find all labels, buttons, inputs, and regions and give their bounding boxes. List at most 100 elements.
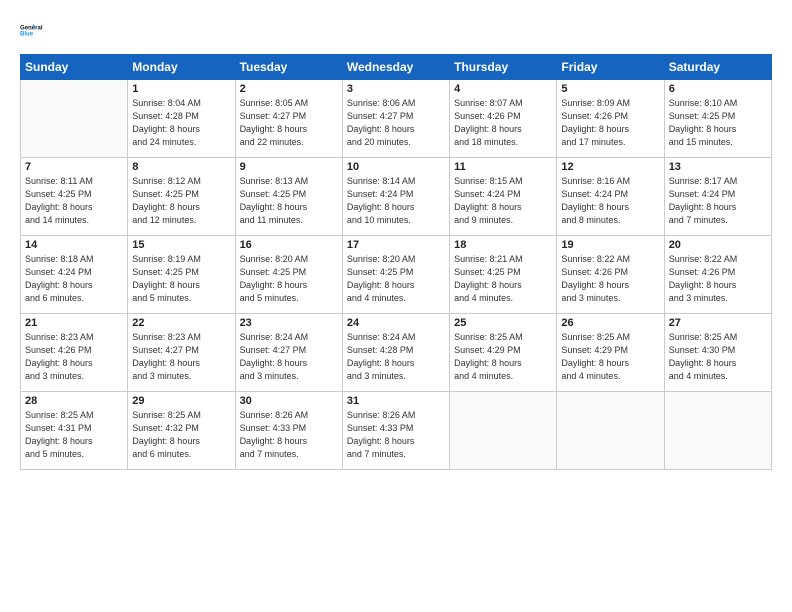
day-info: Sunrise: 8:23 AM Sunset: 4:27 PM Dayligh… bbox=[132, 331, 230, 383]
day-number: 19 bbox=[561, 239, 659, 251]
week-row-4: 21 Sunrise: 8:23 AM Sunset: 4:26 PM Dayli… bbox=[21, 314, 772, 392]
day-cell: 4 Sunrise: 8:07 AM Sunset: 4:26 PM Daylig… bbox=[450, 80, 557, 158]
day-number: 23 bbox=[240, 317, 338, 329]
day-cell: 20Sunrise: 8:22 AM Sunset: 4:26 PM Dayli… bbox=[664, 236, 771, 314]
day-info: Sunrise: 8:10 AM Sunset: 4:25 PM Dayligh… bbox=[669, 97, 767, 149]
day-number: 16 bbox=[240, 239, 338, 251]
day-cell: 15Sunrise: 8:19 AM Sunset: 4:25 PM Dayli… bbox=[128, 236, 235, 314]
weekday-header-friday: Friday bbox=[557, 55, 664, 80]
day-number: 12 bbox=[561, 161, 659, 173]
day-number: 3 bbox=[347, 83, 445, 95]
week-row-2: 7 Sunrise: 8:11 AM Sunset: 4:25 PM Daylig… bbox=[21, 158, 772, 236]
day-cell: 28Sunrise: 8:25 AM Sunset: 4:31 PM Dayli… bbox=[21, 392, 128, 470]
day-info: Sunrise: 8:23 AM Sunset: 4:26 PM Dayligh… bbox=[25, 331, 123, 383]
day-number: 9 bbox=[240, 161, 338, 173]
weekday-header-sunday: Sunday bbox=[21, 55, 128, 80]
day-number: 5 bbox=[561, 83, 659, 95]
day-cell: 3 Sunrise: 8:06 AM Sunset: 4:27 PM Daylig… bbox=[342, 80, 449, 158]
header: General Blue bbox=[20, 16, 772, 44]
day-number: 4 bbox=[454, 83, 552, 95]
weekday-header-wednesday: Wednesday bbox=[342, 55, 449, 80]
day-cell: 7 Sunrise: 8:11 AM Sunset: 4:25 PM Daylig… bbox=[21, 158, 128, 236]
logo: General Blue bbox=[20, 16, 48, 44]
day-cell: 30 Sunrise: 8:26 AM Sunset: 4:33 PM Dayli… bbox=[235, 392, 342, 470]
day-number: 15 bbox=[132, 239, 230, 251]
weekday-header-monday: Monday bbox=[128, 55, 235, 80]
day-cell: 2 Sunrise: 8:05 AM Sunset: 4:27 PM Daylig… bbox=[235, 80, 342, 158]
day-number: 25 bbox=[454, 317, 552, 329]
day-cell: 25 Sunrise: 8:25 AM Sunset: 4:29 PM Dayli… bbox=[450, 314, 557, 392]
day-number: 10 bbox=[347, 161, 445, 173]
day-cell bbox=[450, 392, 557, 470]
day-cell bbox=[557, 392, 664, 470]
page: General Blue SundayMondayTuesdayWednesda… bbox=[0, 0, 792, 612]
day-number: 18 bbox=[454, 239, 552, 251]
day-info: Sunrise: 8:17 AM Sunset: 4:24 PM Dayligh… bbox=[669, 175, 767, 227]
day-info: Sunrise: 8:26 AM Sunset: 4:33 PM Dayligh… bbox=[240, 409, 338, 461]
weekday-header-row: SundayMondayTuesdayWednesdayThursdayFrid… bbox=[21, 55, 772, 80]
day-cell: 17Sunrise: 8:20 AM Sunset: 4:25 PM Dayli… bbox=[342, 236, 449, 314]
weekday-header-thursday: Thursday bbox=[450, 55, 557, 80]
day-number: 30 bbox=[240, 395, 338, 407]
day-info: Sunrise: 8:24 AM Sunset: 4:28 PM Dayligh… bbox=[347, 331, 445, 383]
day-info: Sunrise: 8:25 AM Sunset: 4:29 PM Dayligh… bbox=[561, 331, 659, 383]
day-number: 29 bbox=[132, 395, 230, 407]
day-cell bbox=[21, 80, 128, 158]
svg-text:General: General bbox=[20, 26, 43, 32]
day-number: 31 bbox=[347, 395, 445, 407]
day-cell: 1Sunrise: 8:04 AM Sunset: 4:28 PM Daylig… bbox=[128, 80, 235, 158]
day-info: Sunrise: 8:09 AM Sunset: 4:26 PM Dayligh… bbox=[561, 97, 659, 149]
day-cell: 12 Sunrise: 8:16 AM Sunset: 4:24 PM Dayli… bbox=[557, 158, 664, 236]
day-cell: 6 Sunrise: 8:10 AM Sunset: 4:25 PM Daylig… bbox=[664, 80, 771, 158]
day-info: Sunrise: 8:18 AM Sunset: 4:24 PM Dayligh… bbox=[25, 253, 123, 305]
day-info: Sunrise: 8:26 AM Sunset: 4:33 PM Dayligh… bbox=[347, 409, 445, 461]
day-number: 14 bbox=[25, 239, 123, 251]
day-number: 7 bbox=[25, 161, 123, 173]
day-info: Sunrise: 8:25 AM Sunset: 4:29 PM Dayligh… bbox=[454, 331, 552, 383]
day-info: Sunrise: 8:20 AM Sunset: 4:25 PM Dayligh… bbox=[240, 253, 338, 305]
day-info: Sunrise: 8:05 AM Sunset: 4:27 PM Dayligh… bbox=[240, 97, 338, 149]
day-info: Sunrise: 8:22 AM Sunset: 4:26 PM Dayligh… bbox=[561, 253, 659, 305]
day-cell: 26 Sunrise: 8:25 AM Sunset: 4:29 PM Dayli… bbox=[557, 314, 664, 392]
day-cell: 24 Sunrise: 8:24 AM Sunset: 4:28 PM Dayli… bbox=[342, 314, 449, 392]
day-number: 6 bbox=[669, 83, 767, 95]
day-number: 20 bbox=[669, 239, 767, 251]
day-info: Sunrise: 8:07 AM Sunset: 4:26 PM Dayligh… bbox=[454, 97, 552, 149]
day-cell: 8Sunrise: 8:12 AM Sunset: 4:25 PM Daylig… bbox=[128, 158, 235, 236]
day-number: 26 bbox=[561, 317, 659, 329]
day-number: 2 bbox=[240, 83, 338, 95]
week-row-1: 1Sunrise: 8:04 AM Sunset: 4:28 PM Daylig… bbox=[21, 80, 772, 158]
day-info: Sunrise: 8:25 AM Sunset: 4:32 PM Dayligh… bbox=[132, 409, 230, 461]
day-cell: 5 Sunrise: 8:09 AM Sunset: 4:26 PM Daylig… bbox=[557, 80, 664, 158]
day-number: 11 bbox=[454, 161, 552, 173]
day-info: Sunrise: 8:25 AM Sunset: 4:30 PM Dayligh… bbox=[669, 331, 767, 383]
day-cell: 16 Sunrise: 8:20 AM Sunset: 4:25 PM Dayli… bbox=[235, 236, 342, 314]
week-row-5: 28Sunrise: 8:25 AM Sunset: 4:31 PM Dayli… bbox=[21, 392, 772, 470]
svg-text:Blue: Blue bbox=[20, 32, 34, 38]
day-cell: 11Sunrise: 8:15 AM Sunset: 4:24 PM Dayli… bbox=[450, 158, 557, 236]
day-cell: 31 Sunrise: 8:26 AM Sunset: 4:33 PM Dayli… bbox=[342, 392, 449, 470]
day-number: 24 bbox=[347, 317, 445, 329]
day-number: 28 bbox=[25, 395, 123, 407]
day-cell: 27 Sunrise: 8:25 AM Sunset: 4:30 PM Dayli… bbox=[664, 314, 771, 392]
day-info: Sunrise: 8:16 AM Sunset: 4:24 PM Dayligh… bbox=[561, 175, 659, 227]
day-cell: 19 Sunrise: 8:22 AM Sunset: 4:26 PM Dayli… bbox=[557, 236, 664, 314]
day-number: 27 bbox=[669, 317, 767, 329]
day-cell: 13 Sunrise: 8:17 AM Sunset: 4:24 PM Dayli… bbox=[664, 158, 771, 236]
day-cell: 22Sunrise: 8:23 AM Sunset: 4:27 PM Dayli… bbox=[128, 314, 235, 392]
day-info: Sunrise: 8:21 AM Sunset: 4:25 PM Dayligh… bbox=[454, 253, 552, 305]
weekday-header-tuesday: Tuesday bbox=[235, 55, 342, 80]
day-info: Sunrise: 8:06 AM Sunset: 4:27 PM Dayligh… bbox=[347, 97, 445, 149]
day-info: Sunrise: 8:11 AM Sunset: 4:25 PM Dayligh… bbox=[25, 175, 123, 227]
day-number: 13 bbox=[669, 161, 767, 173]
day-info: Sunrise: 8:20 AM Sunset: 4:25 PM Dayligh… bbox=[347, 253, 445, 305]
logo-icon: General Blue bbox=[20, 16, 48, 44]
day-info: Sunrise: 8:14 AM Sunset: 4:24 PM Dayligh… bbox=[347, 175, 445, 227]
day-info: Sunrise: 8:13 AM Sunset: 4:25 PM Dayligh… bbox=[240, 175, 338, 227]
weekday-header-saturday: Saturday bbox=[664, 55, 771, 80]
calendar-table: SundayMondayTuesdayWednesdayThursdayFrid… bbox=[20, 54, 772, 470]
day-number: 21 bbox=[25, 317, 123, 329]
week-row-3: 14 Sunrise: 8:18 AM Sunset: 4:24 PM Dayli… bbox=[21, 236, 772, 314]
day-cell: 10 Sunrise: 8:14 AM Sunset: 4:24 PM Dayli… bbox=[342, 158, 449, 236]
day-info: Sunrise: 8:12 AM Sunset: 4:25 PM Dayligh… bbox=[132, 175, 230, 227]
